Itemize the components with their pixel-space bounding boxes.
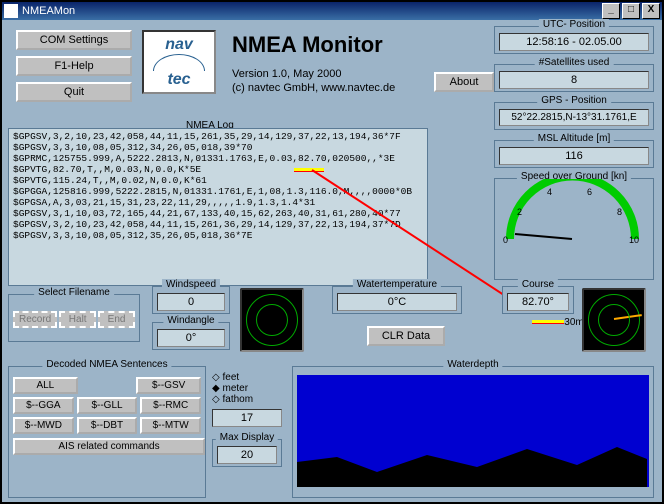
filter-all-button[interactable]: ALL [13,377,78,394]
sats-value: 8 [499,71,649,89]
radio-fathom[interactable]: ◇ [212,394,220,405]
app-icon [4,4,18,18]
version-text: Version 1.0, May 2000 [232,68,341,80]
maxdisplay-value: 20 [217,446,277,464]
maximize-button[interactable]: □ [622,3,640,19]
gauge-tick-0: 0 [503,235,508,245]
titlebar: NMEAMon _ □ X [2,2,662,20]
windangle-label: Windangle [163,315,218,326]
logo-text-bot: tec [167,71,190,89]
utc-value: 12:58:16 - 02.05.00 [499,33,649,51]
filename-label: Select Filename [34,287,114,298]
clr-data-button[interactable]: CLR Data [367,326,445,346]
sats-label: #Satellites used [535,57,614,68]
wind-radar [240,288,304,352]
radio-meter[interactable]: ◆ [212,383,220,394]
filter-mtw-button[interactable]: $--MTW [140,417,201,434]
windspeed-label: Windspeed [162,279,220,290]
decoded-title: Decoded NMEA Sentences [42,359,171,370]
alt-label: MSL Altitude [m] [534,133,614,144]
filter-gsv-button[interactable]: $--GSV [136,377,201,394]
window-title: NMEAMon [22,5,600,17]
filter-rmc-button[interactable]: $--RMC [140,397,201,414]
course-radar [582,288,646,352]
quit-button[interactable]: Quit [16,82,132,102]
waterdepth-label: Waterdepth [443,359,502,370]
gps-label: GPS - Position [537,95,611,106]
gauge-tick-4: 4 [547,187,552,197]
help-button[interactable]: F1-Help [16,56,132,76]
minimize-button[interactable]: _ [602,3,620,19]
gps-value: 52°22.2815,N-13°31.1761,E [499,109,649,126]
gauge-tick-6: 6 [587,187,592,197]
unit-fathom-label: fathom [222,394,253,405]
depth-value-17: 17 [212,409,282,427]
windspeed-value: 0 [157,293,225,311]
logo-text-top: nav [165,36,193,54]
close-button[interactable]: X [642,3,660,19]
filter-dbt-button[interactable]: $--DBT [77,417,138,434]
unit-meter-label: meter [222,383,248,394]
gauge-tick-10: 10 [629,235,639,245]
ais-button[interactable]: AIS related commands [13,438,205,455]
gauge-tick-8: 8 [617,207,622,217]
app-title: NMEA Monitor [232,32,383,58]
filter-gll-button[interactable]: $--GLL [77,397,138,414]
highlight-log-course [294,168,324,172]
utc-label: UTC- Position [539,19,609,30]
wave-icon [153,54,205,71]
filter-gga-button[interactable]: $--GGA [13,397,74,414]
end-button[interactable]: End [98,311,135,328]
highlight-course-value [532,320,564,324]
navtec-logo: nav tec [142,30,216,94]
about-button[interactable]: About [434,72,494,92]
copyright-text: (c) navtec GmbH, www.navtec.de [232,82,395,94]
radio-feet[interactable]: ◇ [212,372,220,383]
nmea-log[interactable]: $GPGSV,3,2,10,23,42,058,44,11,15,261,35,… [8,128,428,286]
course-value: 82.70° [507,293,569,311]
speed-gauge: 0 2 4 6 8 10 [495,179,650,249]
maxdisplay-label: Max Display [216,432,278,443]
com-settings-button[interactable]: COM Settings [16,30,132,50]
wtemp-value: 0°C [337,293,457,311]
waterdepth-chart [297,375,649,487]
filter-mwd-button[interactable]: $--MWD [13,417,74,434]
gauge-tick-2: 2 [517,207,522,217]
wtemp-label: Watertemperature [353,279,441,290]
course-label: Course [518,279,558,290]
windangle-value: 0° [157,329,225,347]
unit-feet-label: feet [222,372,239,383]
alt-value: 116 [499,147,649,165]
halt-button[interactable]: Halt [59,311,96,328]
record-button[interactable]: Record [13,311,57,328]
